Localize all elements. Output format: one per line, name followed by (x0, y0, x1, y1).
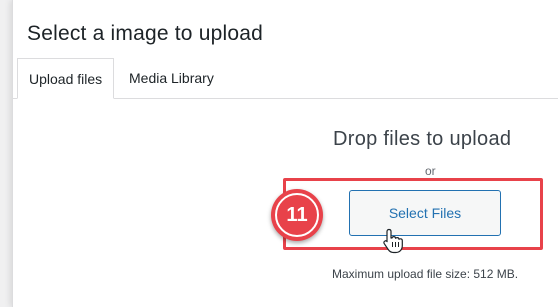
or-text: or (425, 164, 436, 178)
drop-files-text: Drop files to upload (333, 128, 512, 150)
tab-upload-files[interactable]: Upload files (17, 58, 115, 99)
hand-pointer-icon (383, 228, 403, 254)
step-number-label: 11 (275, 193, 319, 237)
tab-bar: Upload files Media Library (13, 58, 558, 99)
max-upload-size-text: Maximum upload file size: 512 MB. (332, 267, 519, 281)
tab-media-library[interactable]: Media Library (118, 58, 225, 97)
step-number-badge: 11 (271, 189, 323, 241)
upload-modal: Select a image to upload Upload files Me… (12, 0, 558, 307)
modal-title: Select a image to upload (27, 22, 263, 45)
